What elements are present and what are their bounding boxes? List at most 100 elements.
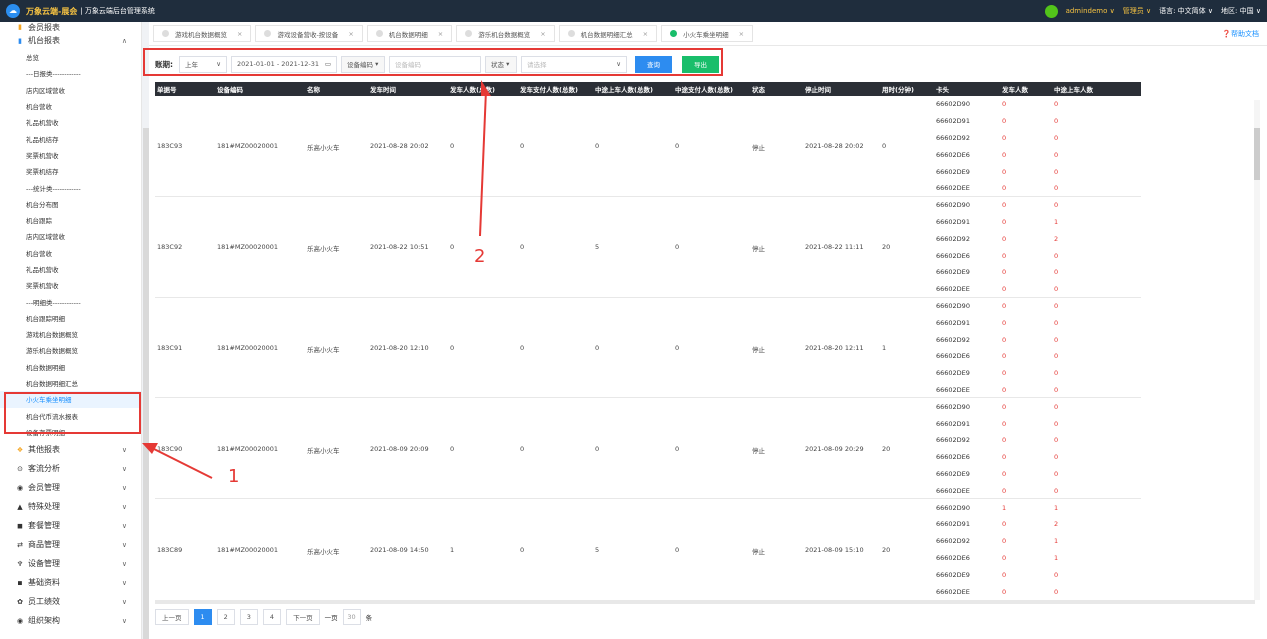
tab-item[interactable]: 小火车乘坐明细 × — [661, 25, 754, 42]
sidebar-item-label: 机台分布图 — [26, 200, 59, 209]
card-id: 66602DEE — [936, 486, 970, 495]
table-row[interactable]: 183C91 181#MZ00020001 乐高小火车 2021-08-20 12:1… — [155, 298, 1141, 399]
card-row: 66602D92 0 1 — [155, 533, 1141, 550]
close-icon[interactable]: × — [237, 30, 242, 38]
table-scroll-thumb[interactable] — [1254, 128, 1260, 180]
sidebar-item[interactable]: 店内区域营收 — [0, 228, 141, 244]
column-header: 卡头 — [936, 86, 949, 94]
sidebar-item[interactable]: 奖票机结存 — [0, 163, 141, 179]
sidebar-group[interactable]: ▲ 特殊处理 ∨ — [0, 497, 141, 516]
page-size-input[interactable]: 30 — [342, 609, 361, 625]
table-horizontal-scrollbar[interactable] — [155, 600, 1255, 604]
sidebar-item-label: 店内区域营收 — [26, 86, 65, 95]
page-button[interactable]: 1 — [193, 609, 212, 625]
close-icon[interactable]: × — [438, 30, 443, 38]
card-depart-count: 0 — [1002, 486, 1007, 495]
sidebar-group[interactable]: ❖ 其他报表 ∨ — [0, 440, 141, 459]
help-link[interactable]: ❓帮助文档 — [1222, 29, 1259, 39]
card-mid-count: 0 — [1054, 453, 1059, 462]
card-mid-count: 1 — [1054, 553, 1059, 562]
tab-item[interactable]: 机台数据明细汇总 × — [558, 25, 658, 42]
card-id: 66602DE6 — [936, 352, 970, 361]
card-row: 66602D91 0 0 — [155, 415, 1141, 432]
card-mid-count: 0 — [1054, 133, 1059, 142]
sidebar-group-member-report[interactable]: ▮ 会员报表 — [0, 22, 141, 32]
sidebar-item[interactable]: ---明细类------------ — [0, 293, 141, 309]
card-depart-count: 0 — [1002, 318, 1007, 327]
sidebar-item[interactable]: 机台营收 — [0, 245, 141, 261]
card-depart-count: 0 — [1002, 587, 1007, 596]
role-label: 管理员 — [1122, 7, 1144, 15]
close-icon[interactable]: × — [348, 30, 353, 38]
card-mid-count: 0 — [1054, 436, 1059, 445]
sidebar-group[interactable]: ◼ 套餐管理 ∨ — [0, 516, 141, 535]
table-header: 单据号 设备编码 名称 发车时间 发车人数(总数) 发车支付人数(总数) 中途上车人数(总数… — [155, 82, 1141, 96]
sidebar-item[interactable]: ---日报类------------ — [0, 65, 141, 81]
table-row[interactable]: 183C92 181#MZ00020001 乐高小火车 2021-08-22 10:5… — [155, 197, 1141, 298]
user-menu[interactable]: admindemo ∨ — [1066, 7, 1115, 15]
close-icon[interactable]: × — [540, 30, 545, 38]
sidebar-group[interactable]: ◉ 会员管理 ∨ — [0, 478, 141, 497]
tab-item[interactable]: 游戏设备营收-按设备 × — [255, 25, 363, 42]
role-menu[interactable]: 管理员 ∨ — [1123, 6, 1151, 16]
card-mid-count: 0 — [1054, 402, 1059, 411]
sidebar-group-machine-report[interactable]: ▮ 机台报表 ∧ — [0, 32, 141, 49]
status-dot-icon — [465, 30, 473, 37]
sidebar-item[interactable]: 机台数据明细 — [0, 359, 141, 375]
tab-item[interactable]: 机台数据明细 × — [366, 25, 453, 42]
language-menu[interactable]: 语言: 中文简体 ∨ — [1159, 6, 1213, 16]
sidebar-item[interactable]: 机台数据明细汇总 — [0, 375, 141, 391]
sidebar-group[interactable]: ◉ 组织架构 ∨ — [0, 611, 141, 630]
page-button[interactable]: 4 — [262, 609, 282, 625]
table-row[interactable]: 183C90 181#MZ00020001 乐高小火车 2021-08-09 20:0… — [155, 398, 1141, 500]
sidebar-item[interactable]: 奖票机营收 — [0, 147, 141, 163]
sidebar-item[interactable]: 机台跟踪 — [0, 212, 141, 228]
annotation-sidebar-box — [4, 392, 141, 434]
sidebar-item[interactable]: 礼品机营收 — [0, 114, 141, 130]
sidebar-group[interactable]: ♆ 设备管理 ∨ — [0, 554, 141, 573]
sidebar-group[interactable]: ⊙ 客流分析 ∨ — [0, 459, 141, 478]
sidebar-item[interactable]: 奖票机营收 — [0, 277, 141, 293]
sidebar-item-label: 机台数据明细汇总 — [26, 380, 78, 389]
region-menu[interactable]: 地区: 中国 ∨ — [1221, 6, 1261, 16]
close-icon[interactable]: × — [643, 30, 648, 38]
sidebar-group[interactable]: ✿ 员工绩效 ∨ — [0, 592, 141, 611]
tab-item[interactable]: 游戏机台数据概览 × — [153, 25, 252, 42]
page-button[interactable]: 3 — [239, 609, 258, 625]
prev-page-button[interactable]: 上一页 — [155, 609, 189, 625]
sidebar-item[interactable]: 礼品机营收 — [0, 261, 141, 277]
table-row[interactable]: 183C89 181#MZ00020001 乐高小火车 2021-08-09 14:5… — [155, 499, 1141, 599]
sidebar-group[interactable]: ⇄ 商品管理 ∨ — [0, 535, 141, 554]
sidebar-item-label: 奖票机营收 — [26, 151, 59, 160]
region-label: 地区: 中国 — [1221, 7, 1254, 15]
card-id: 66602D90 — [936, 301, 970, 310]
sidebar-item[interactable]: 总览 — [0, 49, 141, 65]
sidebar-item[interactable]: 机台营收 — [0, 98, 141, 114]
card-row: 66602DE9 0 0 — [155, 566, 1141, 583]
card-row: 66602D92 0 0 — [155, 432, 1141, 449]
next-page-button[interactable]: 下一页 — [286, 609, 320, 625]
sidebar-item[interactable]: 店内区域营收 — [0, 82, 141, 98]
close-icon[interactable]: × — [739, 30, 744, 38]
sidebar-item[interactable]: 机台跟踪明细 — [0, 310, 141, 326]
page-button[interactable]: 2 — [216, 609, 235, 625]
card-mid-count: 0 — [1054, 285, 1059, 294]
sidebar-item[interactable]: 游戏机台数据概览 — [0, 326, 141, 342]
sidebar-item[interactable]: 游乐机台数据概览 — [0, 342, 141, 358]
card-depart-count: 0 — [1002, 385, 1007, 394]
sidebar-item-label: 游戏机台数据概览 — [26, 331, 78, 340]
avatar[interactable] — [1044, 4, 1058, 18]
tab-item[interactable]: 游乐机台数据概览 × — [456, 25, 555, 42]
sidebar-item[interactable]: ---统计类------------ — [0, 179, 141, 195]
sidebar-group[interactable]: ◾ 基础资料 ∨ — [0, 573, 141, 592]
card-id: 66602D91 — [936, 318, 970, 327]
card-depart-count: 1 — [1002, 503, 1007, 512]
card-depart-count: 0 — [1002, 453, 1007, 462]
menu-group-icon: ⇄ — [17, 540, 23, 549]
card-depart-count: 0 — [1002, 520, 1007, 529]
table-row[interactable]: 183C93 181#MZ00020001 乐高小火车 2021-08-28 20:0… — [155, 96, 1141, 197]
sidebar-item-label: 总览 — [26, 54, 39, 63]
card-row: 66602DE9 0 0 — [155, 365, 1141, 382]
sidebar-item[interactable]: 机台分布图 — [0, 196, 141, 212]
sidebar-item[interactable]: 礼品机结存 — [0, 130, 141, 146]
